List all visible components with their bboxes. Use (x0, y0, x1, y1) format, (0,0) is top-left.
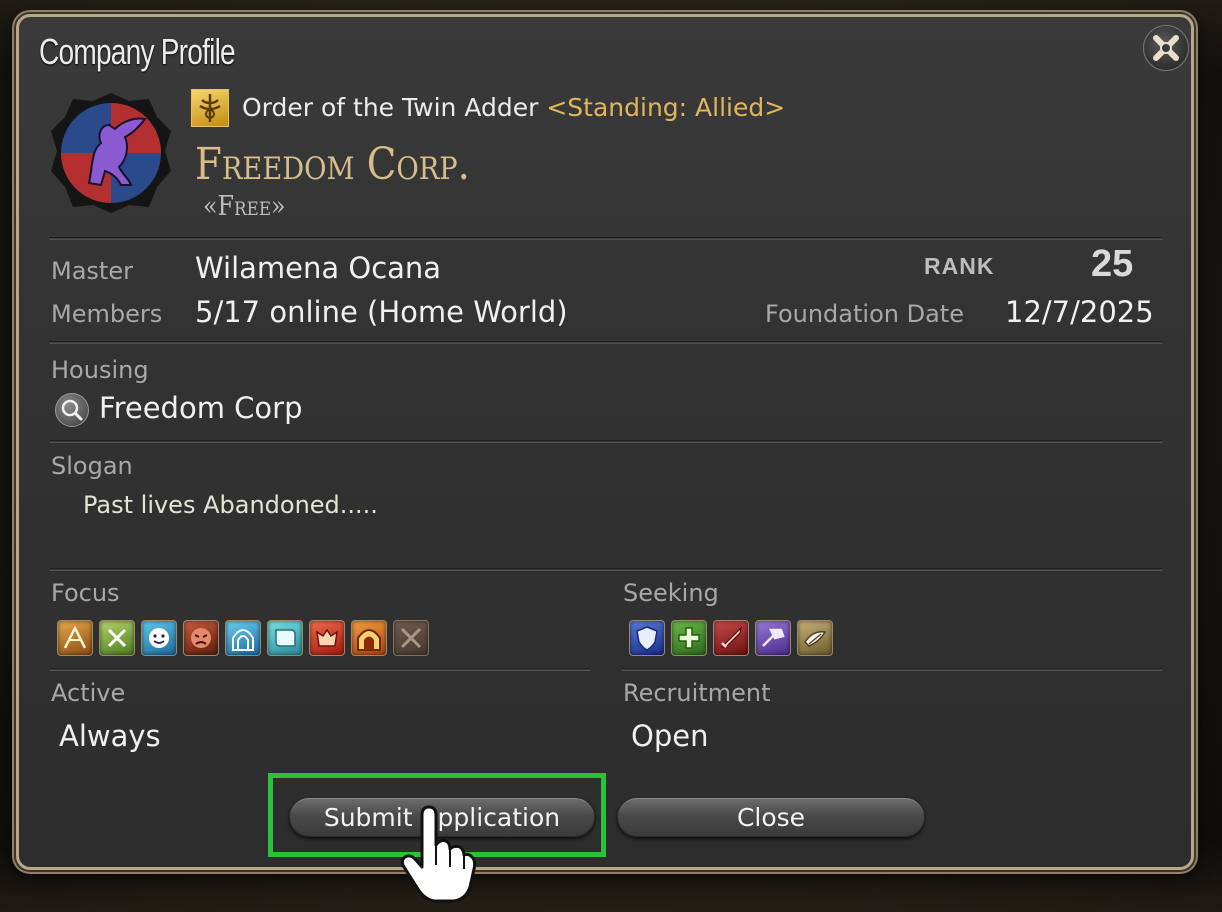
dungeons-icon[interactable] (225, 620, 261, 656)
foundation-date-value: 12/7/2025 (1005, 295, 1154, 329)
members-label: Members (51, 300, 163, 328)
housing-value: Freedom Corp (99, 391, 303, 425)
master-value: Wilamena Ocana (195, 251, 442, 285)
focus-label: Focus (51, 579, 120, 607)
magnifier-icon[interactable] (55, 393, 89, 427)
close-x-icon (1153, 35, 1179, 61)
rank-label: RANK (924, 253, 995, 279)
housing-label: Housing (51, 356, 149, 384)
company-name: Freedom Corp. (195, 139, 470, 190)
leveling-icon[interactable] (99, 620, 135, 656)
grand-company-icon (191, 89, 229, 127)
divider (621, 668, 1163, 671)
active-value: Always (59, 719, 161, 753)
company-tag: «Free» (203, 191, 286, 222)
casual-icon[interactable] (141, 620, 177, 656)
hand-cursor-icon (400, 805, 477, 903)
grand-company-standing: <Standing: Allied> (546, 93, 786, 122)
members-value: 5/17 online (Home World) (195, 295, 568, 329)
divider (49, 568, 1163, 571)
trials-icon[interactable] (309, 620, 345, 656)
hardcore-icon[interactable] (183, 620, 219, 656)
divider (49, 668, 591, 671)
seeking-label: Seeking (623, 579, 719, 607)
tank-icon[interactable] (629, 620, 665, 656)
pvp-icon[interactable] (393, 620, 429, 656)
grand-company-line: Order of the Twin Adder <Standing: Allie… (242, 93, 785, 122)
slogan-text: Past lives Abandoned..... (83, 491, 378, 519)
dps-icon[interactable] (713, 620, 749, 656)
role-playing-icon[interactable] (57, 620, 93, 656)
slogan-label: Slogan (51, 452, 133, 480)
master-label: Master (51, 257, 133, 285)
foundation-date-label: Foundation Date (765, 300, 964, 328)
seeking-icons (629, 620, 833, 656)
divider (49, 341, 1163, 344)
healer-icon[interactable] (671, 620, 707, 656)
raids-icon[interactable] (351, 620, 387, 656)
grand-company-name: Order of the Twin Adder (242, 93, 539, 122)
company-profile-window: Company Profile Order of the Twin Adder … (16, 14, 1194, 870)
window-close-button[interactable] (1143, 25, 1189, 71)
focus-icons (57, 620, 429, 656)
active-label: Active (51, 679, 126, 707)
rank-value: 25 (1091, 243, 1134, 285)
gatherer-icon[interactable] (797, 620, 833, 656)
recruitment-label: Recruitment (623, 679, 771, 707)
divider (49, 440, 1163, 443)
crafter-icon[interactable] (755, 620, 791, 656)
recruitment-value: Open (631, 719, 709, 753)
window-title: Company Profile (39, 31, 236, 72)
divider (49, 237, 1163, 240)
close-button[interactable]: Close (617, 797, 925, 837)
company-crest-icon (51, 93, 171, 213)
guildhests-icon[interactable] (267, 620, 303, 656)
